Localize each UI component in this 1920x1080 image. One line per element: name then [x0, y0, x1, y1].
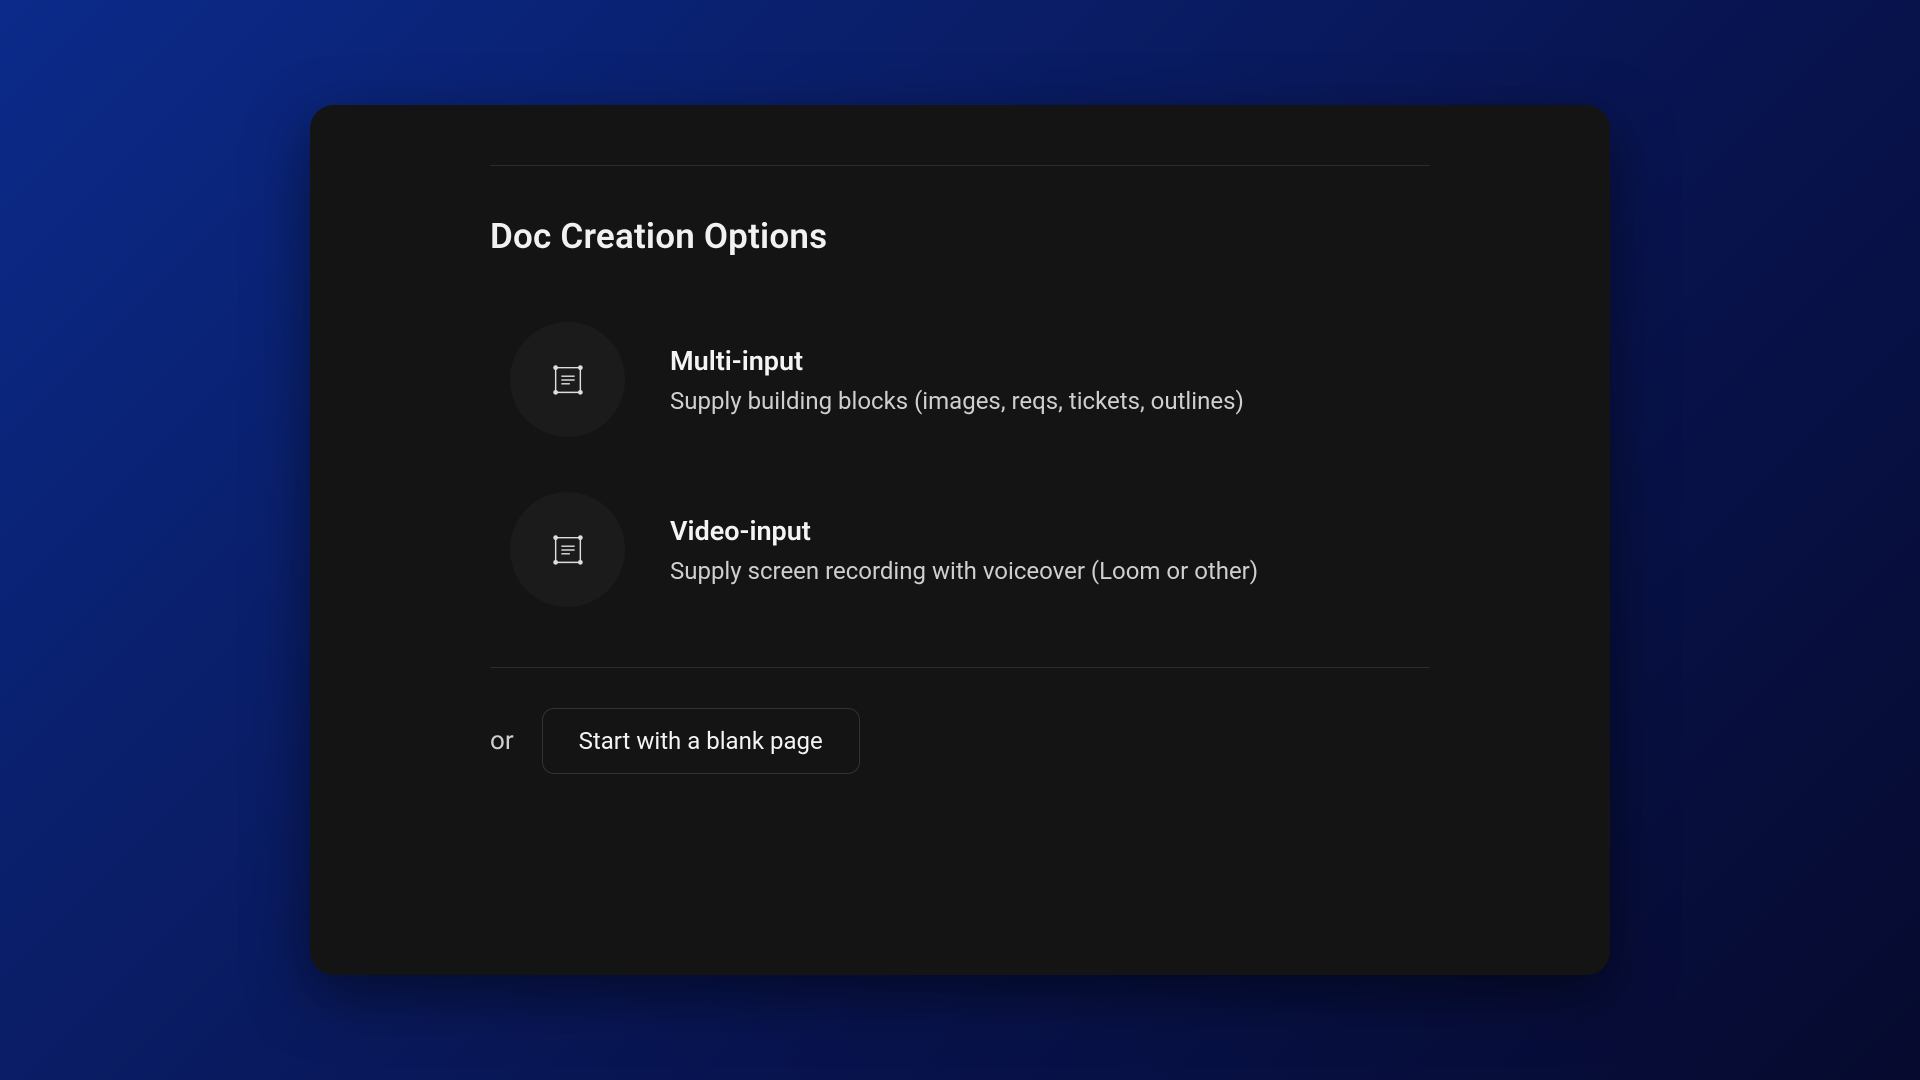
option-title: Multi-input	[670, 345, 1244, 377]
panel-content: Doc Creation Options Mu	[310, 105, 1610, 774]
or-label: or	[490, 726, 514, 756]
option-title: Video-input	[670, 515, 1258, 547]
option-text: Multi-input Supply building blocks (imag…	[670, 345, 1244, 415]
divider-top	[490, 165, 1430, 166]
option-text: Video-input Supply screen recording with…	[670, 515, 1258, 585]
option-description: Supply building blocks (images, reqs, ti…	[670, 387, 1244, 415]
page-title: Doc Creation Options	[490, 216, 1430, 257]
document-frame-icon	[549, 361, 587, 399]
option-icon-container	[510, 322, 625, 437]
option-video-input[interactable]: Video-input Supply screen recording with…	[490, 492, 1430, 607]
options-list: Multi-input Supply building blocks (imag…	[490, 322, 1430, 607]
doc-creation-panel: Doc Creation Options Mu	[310, 105, 1610, 975]
divider-mid	[490, 667, 1430, 668]
option-description: Supply screen recording with voiceover (…	[670, 557, 1258, 585]
option-multi-input[interactable]: Multi-input Supply building blocks (imag…	[490, 322, 1430, 437]
option-icon-container	[510, 492, 625, 607]
start-blank-button[interactable]: Start with a blank page	[542, 708, 860, 774]
alternative-row: or Start with a blank page	[490, 708, 1430, 774]
document-frame-icon	[549, 531, 587, 569]
